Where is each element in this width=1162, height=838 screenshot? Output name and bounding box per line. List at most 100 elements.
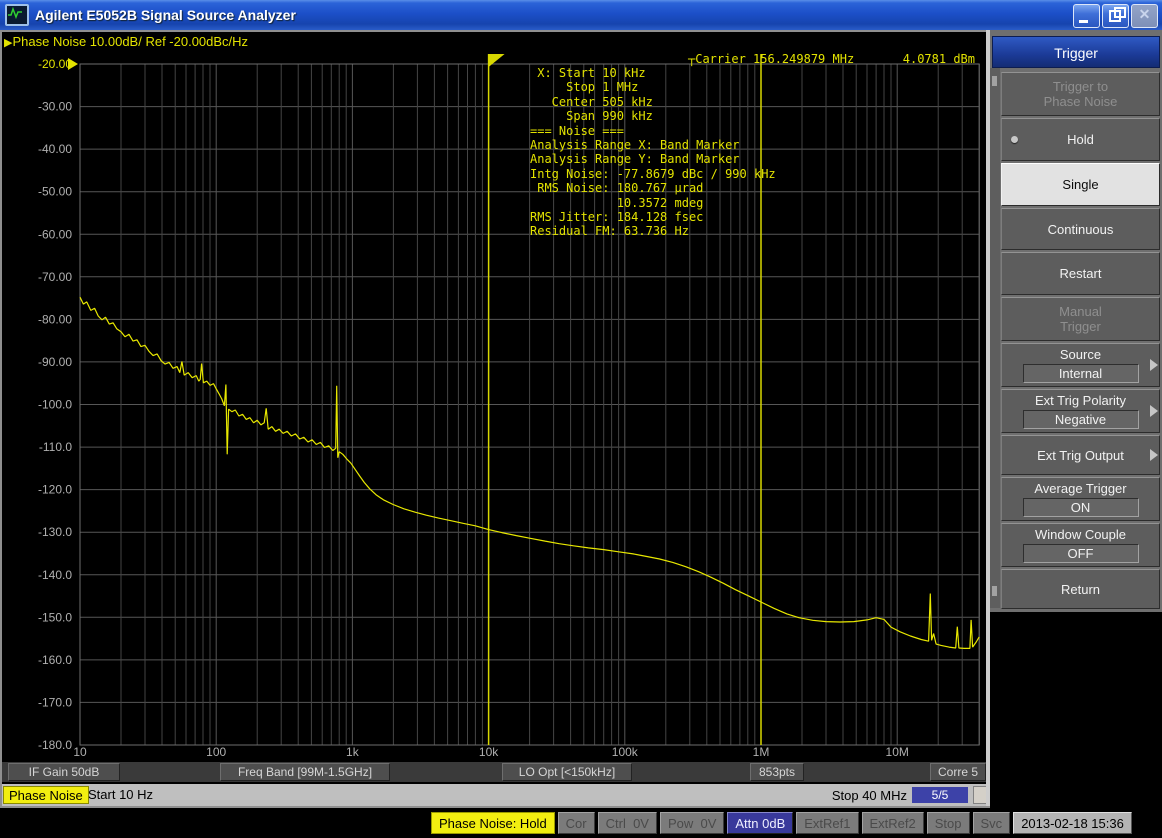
softkey-average-trigger[interactable]: Average Trigger ON (1001, 477, 1160, 521)
y-tick-label: -30.00 (38, 100, 72, 114)
window-title: Agilent E5052B Signal Source Analyzer (35, 7, 296, 23)
y-tick-label: -160.0 (38, 653, 72, 667)
status-box-measurement-status: Phase Noise: Hold (431, 812, 555, 834)
x-tick-label: 1M (753, 745, 770, 759)
screen-border-top (0, 30, 990, 32)
softkey-ext-trig-output[interactable]: Ext Trig Output (1001, 435, 1160, 475)
softkey-label: Hold (1002, 132, 1159, 147)
submenu-arrow-icon (1150, 359, 1158, 371)
close-button[interactable]: ✕ (1131, 4, 1158, 28)
restore-button[interactable] (1102, 4, 1129, 28)
y-tick-label: -180.0 (38, 738, 72, 752)
softkey-label: Average Trigger (1002, 481, 1159, 496)
instrument-screen: ▶Phase Noise 10.00dB/ Ref -20.00dBc/Hz ┬… (0, 30, 990, 808)
softkey-label: Trigger to Phase Noise (1002, 79, 1159, 109)
softkey-label: Ext Trig Output (1002, 448, 1159, 463)
status-page-badge: 5/5 (912, 787, 968, 803)
status-box-datetime: 2013-02-18 15:36 (1013, 812, 1132, 834)
softkey-window-couple[interactable]: Window CoupleOFF (1001, 523, 1160, 567)
softkey-manual-trigger[interactable]: Manual Trigger (1001, 297, 1160, 341)
y-tick-label: -50.00 (38, 185, 72, 199)
status-mode-badge: Phase Noise (3, 786, 89, 804)
y-tick-label: -110.0 (39, 440, 72, 454)
restore-icon (1109, 10, 1121, 22)
status-stop-freq: Stop 40 MHz (832, 788, 907, 803)
softkey-single[interactable]: Single (1001, 163, 1160, 206)
x-tick-label: 1k (346, 745, 360, 759)
status-box-attn: Attn 0dB (727, 812, 793, 834)
minimize-button[interactable] (1073, 4, 1100, 28)
softkey-label: Source (1002, 347, 1159, 362)
softkey-menu-panel: Trigger Trigger to Phase Noise Hold Single… (990, 30, 1162, 808)
softkey-label: Continuous (1002, 222, 1159, 237)
submenu-arrow-icon (1150, 449, 1158, 461)
softkey-label: Ext Trig Polarity (1002, 393, 1159, 408)
title-bar: Agilent E5052B Signal Source Analyzer ✕ (0, 0, 1162, 30)
softkey-return[interactable]: Return (1001, 569, 1160, 609)
softkey-ext-trig-polarity[interactable]: Ext Trig PolarityNegative (1001, 389, 1160, 433)
y-tick-label: -70.00 (38, 270, 72, 284)
status-box-list: Phase Noise: HoldCorCtrl 0VPow 0VAttn 0d… (431, 812, 1132, 834)
x-tick-label: 100 (206, 745, 226, 759)
softkey-trigger-to-phase-noise[interactable]: Trigger to Phase Noise (1001, 72, 1160, 116)
x-tick-label: 10M (886, 745, 909, 759)
status-box-extref2: ExtRef2 (862, 812, 924, 834)
app-icon (5, 4, 29, 26)
y-tick-label: -40.00 (38, 142, 72, 156)
screen-border-right (986, 30, 990, 808)
status-box-ctrl: Ctrl 0V (598, 812, 657, 834)
radio-dot-icon (1011, 136, 1018, 143)
close-icon: ✕ (1132, 6, 1157, 23)
status-box-extref1: ExtRef1 (796, 812, 858, 834)
status-box-cor: Cor (558, 812, 595, 834)
y-tick-label: -20.00 (38, 57, 72, 71)
status-box-pow: Pow 0V (660, 812, 724, 834)
x-tick-label: 10 (73, 745, 87, 759)
scale-box-if: IF Gain 50dB (8, 763, 120, 781)
menu-button-list: Trigger to Phase Noise Hold Single Continuo… (1001, 72, 1160, 609)
screen-border-left (0, 30, 2, 808)
menu-strip-mark (992, 76, 997, 86)
screen-border-bottom (0, 806, 990, 808)
status-box-stop: Stop (927, 812, 970, 834)
noise-analysis-readout: X: Start 10 kHz Stop 1 MHz Center 505 kH… (530, 66, 776, 239)
softkey-label: Manual Trigger (1002, 304, 1159, 334)
y-tick-label: -130.0 (38, 525, 72, 539)
phase-noise-plot: -20.00 -30.00 -40.00 -50.00 -60.00 -70.00 -80.… (0, 30, 990, 762)
softkey-value-average-trigger: ON (1023, 498, 1139, 517)
softkey-continuous[interactable]: Continuous (1001, 208, 1160, 250)
status-start-freq: Start 10 Hz (88, 787, 153, 802)
trace-scale-header: ▶Phase Noise 10.00dB/ Ref -20.00dBc/Hz (4, 34, 248, 49)
band-marker-flag-icon (489, 54, 505, 67)
scale-box-corre: Corre 5 (930, 763, 986, 781)
softkey-restart[interactable]: Restart (1001, 252, 1160, 295)
carrier-power: 4.0781 dBm (903, 52, 975, 66)
carrier-frequency: ┬Carrier 156.249879 MHz (688, 52, 854, 66)
y-tick-label: -90.00 (38, 355, 72, 369)
measurement-status-bar: Phase Noise Start 10 Hz Stop 40 MHz 5/5 (0, 784, 990, 806)
y-tick-label: -60.00 (38, 227, 72, 241)
softkey-source[interactable]: Source Internal (1001, 343, 1160, 387)
status-box-svc: Svc (973, 812, 1011, 834)
x-tick-label: 10k (479, 745, 499, 759)
menu-title: Trigger (992, 36, 1160, 68)
softkey-label: Single (1002, 177, 1159, 192)
y-tick-label: -80.00 (38, 312, 72, 326)
softkey-value-source: Internal (1023, 364, 1139, 383)
y-tick-label: -140.0 (38, 568, 72, 582)
carrier-readout: ┬Carrier 156.249879 MHz 4.0781 dBm (688, 52, 975, 66)
ref-level-marker-icon (68, 58, 78, 70)
y-tick-label: -120.0 (38, 483, 72, 497)
y-tick-label: -100.0 (38, 398, 72, 412)
menu-strip-mark (992, 586, 997, 596)
menu-side-strip (990, 68, 1000, 608)
scale-box-lo: LO Opt [<150kHz] (502, 763, 632, 781)
instrument-status-bar: Phase Noise: HoldCorCtrl 0VPow 0VAttn 0d… (0, 808, 1162, 838)
softkey-hold[interactable]: Hold (1001, 118, 1160, 161)
y-tick-label: -170.0 (38, 695, 72, 709)
softkey-label: Window Couple (1002, 527, 1159, 542)
scale-box-freq: Freq Band [99M-1.5GHz] (220, 763, 390, 781)
softkey-label: Return (1002, 582, 1159, 597)
trace-scale-label: Phase Noise 10.00dB/ Ref -20.00dBc/Hz (12, 34, 248, 49)
softkey-label: Restart (1002, 266, 1159, 281)
